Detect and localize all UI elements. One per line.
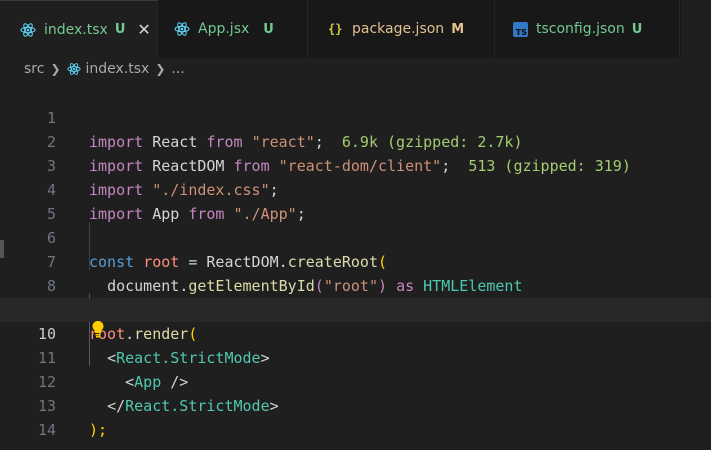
- code-line[interactable]: 7 document.getElementById("root") as HTM…: [0, 226, 711, 295]
- tab-badge: U: [114, 22, 126, 37]
- close-icon[interactable]: ✕: [137, 20, 150, 39]
- code-line[interactable]: 8 );: [0, 250, 711, 319]
- breadcrumb-more[interactable]: ...: [171, 61, 184, 77]
- chevron-right-icon: ❯: [50, 62, 61, 76]
- lightbulb-icon[interactable]: [91, 320, 105, 338]
- react-icon: [20, 22, 36, 37]
- chevron-right-icon: ❯: [155, 62, 166, 76]
- code-line[interactable]: 2 import ReactDOM from "react-dom/client…: [0, 106, 711, 175]
- breadcrumb: src ❯ index.tsx ❯ ...: [0, 58, 711, 80]
- code-line-current[interactable]: 10 <React.StrictMode>: [0, 298, 711, 367]
- code-line[interactable]: 5: [0, 178, 711, 223]
- code-line[interactable]: 13 );: [0, 370, 711, 439]
- tab-label: package.json: [352, 21, 445, 37]
- tab-label: index.tsx: [44, 21, 108, 38]
- tab-app-jsx[interactable]: App.jsx U: [158, 0, 308, 58]
- tab-bar-spacer: [681, 0, 711, 58]
- json-icon: {}: [328, 22, 343, 36]
- breadcrumb-folder[interactable]: src: [24, 61, 44, 77]
- code-editor[interactable]: 1 import React from "react"; 6.9k (gzipp…: [0, 82, 711, 450]
- tab-label: tsconfig.json: [536, 21, 625, 37]
- code-line[interactable]: 3 import "./index.css";: [0, 130, 711, 199]
- code-line[interactable]: 11 <App />: [0, 322, 711, 391]
- tab-badge: U: [263, 21, 274, 37]
- tab-badge: U: [631, 21, 643, 37]
- code-line[interactable]: 9 root.render(: [0, 274, 711, 343]
- typescript-icon: TS: [513, 21, 528, 37]
- gutter-marker: [0, 240, 4, 258]
- code-line[interactable]: 14: [0, 394, 711, 439]
- code-line[interactable]: 1 import React from "react"; 6.9k (gzipp…: [0, 82, 711, 151]
- line-number: 14: [37, 421, 56, 439]
- code-line[interactable]: 6 const root = ReactDOM.createRoot(: [0, 202, 711, 271]
- tab-index-tsx[interactable]: index.tsx U ✕: [0, 0, 158, 58]
- react-icon: [66, 63, 81, 75]
- react-icon: [174, 22, 190, 36]
- tab-bar: index.tsx U ✕ App.jsx U {} package.json …: [0, 0, 711, 58]
- tab-badge: M: [451, 21, 465, 37]
- breadcrumb-file[interactable]: index.tsx: [86, 61, 150, 77]
- tab-package-json[interactable]: {} package.json M: [308, 0, 495, 58]
- tab-label: App.jsx: [198, 21, 250, 37]
- code-line[interactable]: 4 import App from "./App";: [0, 154, 711, 223]
- tab-tsconfig-json[interactable]: TS tsconfig.json U: [495, 0, 680, 58]
- code-line[interactable]: 12 </React.StrictMode>: [0, 346, 711, 415]
